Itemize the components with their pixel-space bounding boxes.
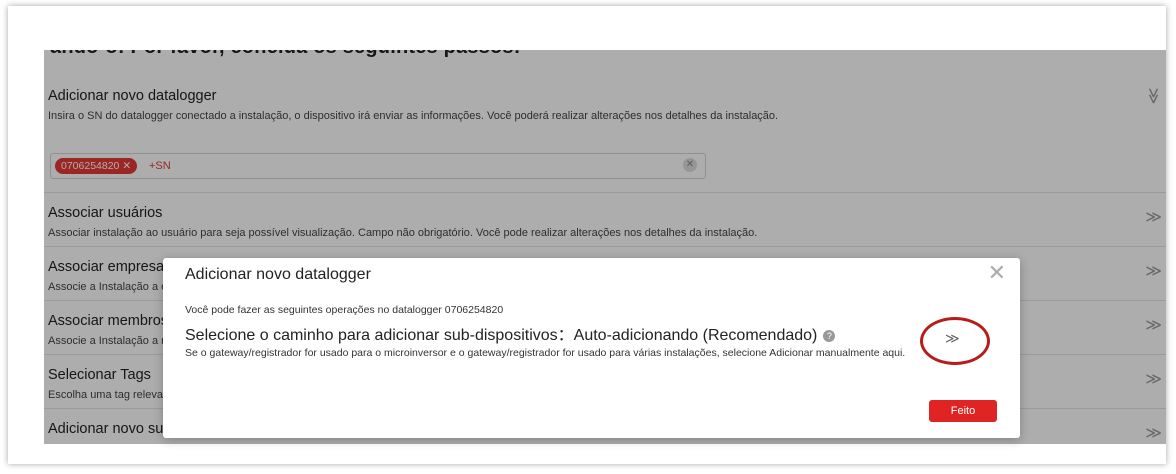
page-header: ando-o: Por favor, conclua os seguintes … (50, 50, 521, 59)
step-description: Associar instalação ao usuário para seja… (48, 227, 758, 239)
step-title: Associar usuários (48, 205, 163, 221)
modal-title: Adicionar novo datalogger (185, 266, 371, 283)
modal-info-text: Você pode fazer as seguintes operações n… (185, 304, 504, 316)
close-icon[interactable]: ✕ (988, 262, 1006, 284)
step-title: Adicionar novo sub (48, 421, 172, 437)
collapse-chevron-icon[interactable]: ≫ (1144, 88, 1164, 105)
sn-tag[interactable]: 0706254820 ✕ (55, 158, 138, 174)
path-text: Selecione o caminho para adicionar sub-d… (185, 327, 818, 344)
expand-path-icon[interactable]: ≫ (945, 330, 960, 347)
clear-icon[interactable]: ✕ (683, 158, 697, 172)
expand-chevron-icon[interactable]: ≫ (1145, 369, 1162, 389)
add-datalogger-modal: Adicionar novo datalogger ✕ Você pode fa… (163, 258, 1020, 438)
step-associate-users[interactable]: Associar usuários Associar instalação ao… (44, 192, 1166, 247)
add-sn-link[interactable]: +SN (149, 158, 171, 174)
expand-chevron-icon[interactable]: ≫ (1145, 207, 1162, 227)
step-title: Associar empresas (48, 259, 172, 275)
done-button[interactable]: Feito (929, 400, 997, 422)
step-title: Adicionar novo datalogger (48, 88, 217, 104)
step-description: Insira o SN do datalogger conectado a in… (48, 110, 779, 122)
expand-chevron-icon[interactable]: ≫ (1145, 261, 1162, 281)
expand-chevron-icon[interactable]: ≫ (1145, 315, 1162, 335)
sn-input[interactable]: 0706254820 ✕ +SN ✕ (50, 153, 706, 179)
sub-device-path-label: Selecione o caminho para adicionar sub-d… (185, 321, 836, 345)
modal-note: Se o gateway/registrador for usado para … (185, 347, 906, 359)
step-title: Selecionar Tags (48, 367, 151, 383)
step-title: Associar membros (48, 313, 169, 329)
expand-chevron-icon[interactable]: ≫ (1145, 423, 1162, 443)
help-icon[interactable]: ? (823, 329, 836, 342)
